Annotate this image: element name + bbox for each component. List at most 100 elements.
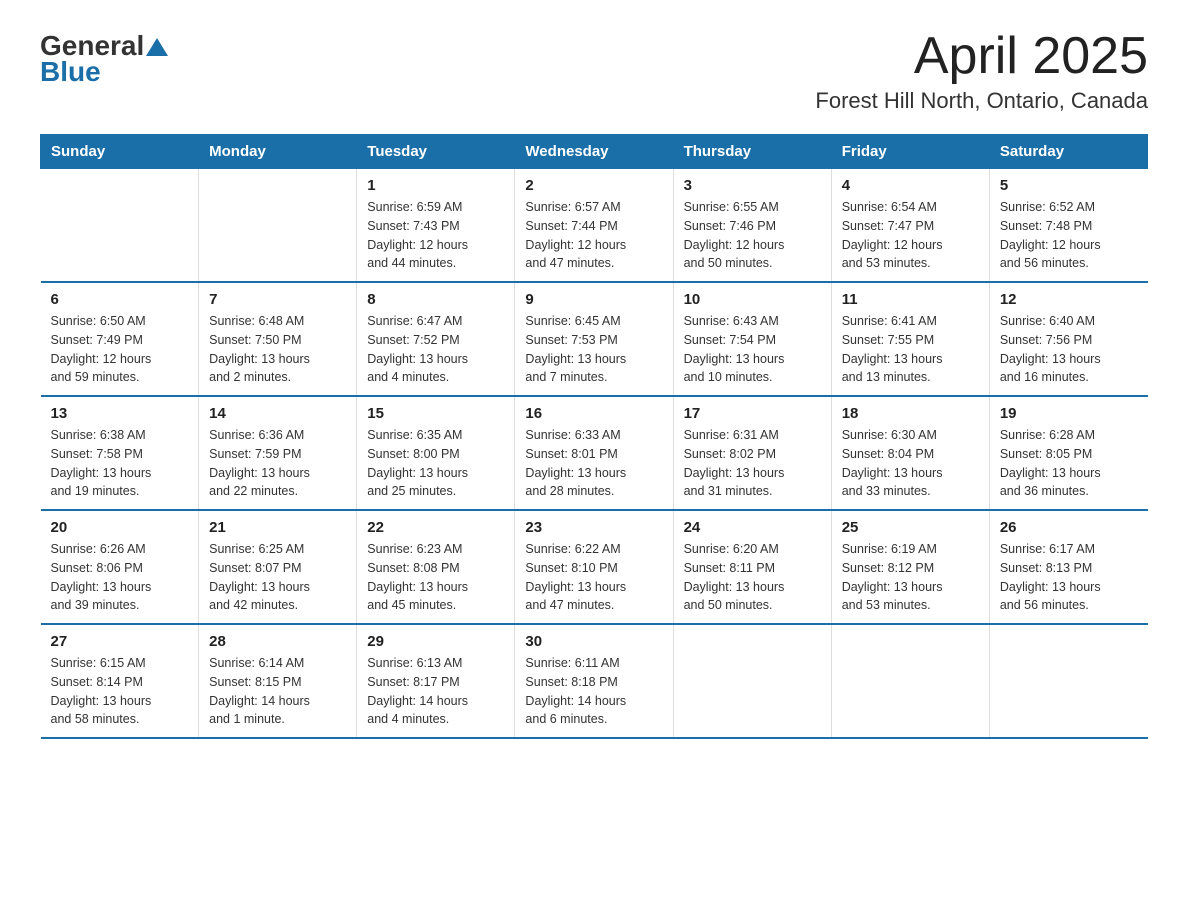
calendar-cell (989, 624, 1147, 738)
calendar-week-3: 13 Sunrise: 6:38 AM Sunset: 7:58 PM Dayli… (41, 396, 1148, 510)
day-info: Sunrise: 6:45 AM Sunset: 7:53 PM Dayligh… (525, 312, 662, 387)
header-day-saturday: Saturday (989, 135, 1147, 169)
calendar-cell: 26Sunrise: 6:17 AM Sunset: 8:13 PM Dayli… (989, 510, 1147, 624)
day-info: Sunrise: 6:57 AM Sunset: 7:44 PM Dayligh… (525, 198, 662, 273)
day-info: Sunrise: 6:13 AM Sunset: 8:17 PM Dayligh… (367, 654, 504, 729)
day-number: 12 (1000, 291, 1138, 308)
day-number: 11 (842, 291, 979, 308)
day-number: 10 (684, 291, 821, 308)
day-number: 19 (1000, 405, 1138, 422)
calendar-cell: 4Sunrise: 6:54 AM Sunset: 7:47 PM Daylig… (831, 169, 989, 283)
day-info: Sunrise: 6:38 AM Sunset: 7:58 PM Dayligh… (51, 426, 189, 501)
calendar-cell: 2 Sunrise: 6:57 AM Sunset: 7:44 PM Daylig… (515, 169, 673, 283)
day-info: Sunrise: 6:31 AM Sunset: 8:02 PM Dayligh… (684, 426, 821, 501)
day-info: Sunrise: 6:59 AM Sunset: 7:43 PM Dayligh… (367, 198, 504, 273)
calendar-cell: 16 Sunrise: 6:33 AM Sunset: 8:01 PM Dayli… (515, 396, 673, 510)
day-number: 29 (367, 633, 504, 650)
calendar-header: SundayMondayTuesdayWednesdayThursdayFrid… (41, 135, 1148, 169)
day-number: 20 (51, 519, 189, 536)
day-info: Sunrise: 6:33 AM Sunset: 8:01 PM Dayligh… (525, 426, 662, 501)
day-number: 17 (684, 405, 821, 422)
day-number: 28 (209, 633, 346, 650)
day-number: 16 (525, 405, 662, 422)
location-subtitle: Forest Hill North, Ontario, Canada (815, 88, 1148, 114)
calendar-cell: 25 Sunrise: 6:19 AM Sunset: 8:12 PM Dayli… (831, 510, 989, 624)
day-number: 8 (367, 291, 504, 308)
day-number: 27 (51, 633, 189, 650)
calendar-table: SundayMondayTuesdayWednesdayThursdayFrid… (40, 134, 1148, 739)
day-info: Sunrise: 6:55 AM Sunset: 7:46 PM Dayligh… (684, 198, 821, 273)
calendar-cell (41, 169, 199, 283)
calendar-cell: 11Sunrise: 6:41 AM Sunset: 7:55 PM Dayli… (831, 282, 989, 396)
day-info: Sunrise: 6:22 AM Sunset: 8:10 PM Dayligh… (525, 540, 662, 615)
calendar-cell: 12 Sunrise: 6:40 AM Sunset: 7:56 PM Dayli… (989, 282, 1147, 396)
page-header: General Blue April 2025 Forest Hill Nort… (40, 30, 1148, 114)
calendar-cell: 28 Sunrise: 6:14 AM Sunset: 8:15 PM Dayli… (199, 624, 357, 738)
day-number: 25 (842, 519, 979, 536)
day-info: Sunrise: 6:28 AM Sunset: 8:05 PM Dayligh… (1000, 426, 1138, 501)
header-row: SundayMondayTuesdayWednesdayThursdayFrid… (41, 135, 1148, 169)
calendar-cell: 10 Sunrise: 6:43 AM Sunset: 7:54 PM Dayli… (673, 282, 831, 396)
header-day-wednesday: Wednesday (515, 135, 673, 169)
calendar-cell: 3 Sunrise: 6:55 AM Sunset: 7:46 PM Daylig… (673, 169, 831, 283)
calendar-week-4: 20 Sunrise: 6:26 AM Sunset: 8:06 PM Dayli… (41, 510, 1148, 624)
day-info: Sunrise: 6:19 AM Sunset: 8:12 PM Dayligh… (842, 540, 979, 615)
calendar-week-1: 1Sunrise: 6:59 AM Sunset: 7:43 PM Daylig… (41, 169, 1148, 283)
day-number: 2 (525, 177, 662, 194)
day-number: 13 (51, 405, 189, 422)
calendar-cell: 5 Sunrise: 6:52 AM Sunset: 7:48 PM Daylig… (989, 169, 1147, 283)
day-info: Sunrise: 6:43 AM Sunset: 7:54 PM Dayligh… (684, 312, 821, 387)
day-info: Sunrise: 6:52 AM Sunset: 7:48 PM Dayligh… (1000, 198, 1138, 273)
logo: General Blue (40, 30, 168, 88)
calendar-cell: 15Sunrise: 6:35 AM Sunset: 8:00 PM Dayli… (357, 396, 515, 510)
header-day-thursday: Thursday (673, 135, 831, 169)
calendar-cell: 14Sunrise: 6:36 AM Sunset: 7:59 PM Dayli… (199, 396, 357, 510)
day-info: Sunrise: 6:47 AM Sunset: 7:52 PM Dayligh… (367, 312, 504, 387)
logo-triangle-icon (146, 36, 168, 58)
calendar-cell: 24 Sunrise: 6:20 AM Sunset: 8:11 PM Dayli… (673, 510, 831, 624)
day-info: Sunrise: 6:36 AM Sunset: 7:59 PM Dayligh… (209, 426, 346, 501)
day-info: Sunrise: 6:15 AM Sunset: 8:14 PM Dayligh… (51, 654, 189, 729)
calendar-cell: 7Sunrise: 6:48 AM Sunset: 7:50 PM Daylig… (199, 282, 357, 396)
calendar-cell: 29 Sunrise: 6:13 AM Sunset: 8:17 PM Dayli… (357, 624, 515, 738)
calendar-cell: 19 Sunrise: 6:28 AM Sunset: 8:05 PM Dayli… (989, 396, 1147, 510)
calendar-cell: 20 Sunrise: 6:26 AM Sunset: 8:06 PM Dayli… (41, 510, 199, 624)
calendar-cell: 1Sunrise: 6:59 AM Sunset: 7:43 PM Daylig… (357, 169, 515, 283)
calendar-body: 1Sunrise: 6:59 AM Sunset: 7:43 PM Daylig… (41, 169, 1148, 739)
logo-blue-text: Blue (40, 56, 168, 88)
day-info: Sunrise: 6:23 AM Sunset: 8:08 PM Dayligh… (367, 540, 504, 615)
day-number: 24 (684, 519, 821, 536)
title-block: April 2025 Forest Hill North, Ontario, C… (815, 30, 1148, 114)
header-day-tuesday: Tuesday (357, 135, 515, 169)
day-info: Sunrise: 6:11 AM Sunset: 8:18 PM Dayligh… (525, 654, 662, 729)
day-info: Sunrise: 6:25 AM Sunset: 8:07 PM Dayligh… (209, 540, 346, 615)
calendar-cell: 9Sunrise: 6:45 AM Sunset: 7:53 PM Daylig… (515, 282, 673, 396)
calendar-cell (199, 169, 357, 283)
calendar-cell: 22 Sunrise: 6:23 AM Sunset: 8:08 PM Dayli… (357, 510, 515, 624)
calendar-cell: 6Sunrise: 6:50 AM Sunset: 7:49 PM Daylig… (41, 282, 199, 396)
calendar-cell: 30Sunrise: 6:11 AM Sunset: 8:18 PM Dayli… (515, 624, 673, 738)
calendar-cell: 8 Sunrise: 6:47 AM Sunset: 7:52 PM Daylig… (357, 282, 515, 396)
day-info: Sunrise: 6:40 AM Sunset: 7:56 PM Dayligh… (1000, 312, 1138, 387)
calendar-cell: 17 Sunrise: 6:31 AM Sunset: 8:02 PM Dayli… (673, 396, 831, 510)
calendar-cell: 13 Sunrise: 6:38 AM Sunset: 7:58 PM Dayli… (41, 396, 199, 510)
day-number: 21 (209, 519, 346, 536)
day-number: 18 (842, 405, 979, 422)
calendar-cell: 21 Sunrise: 6:25 AM Sunset: 8:07 PM Dayli… (199, 510, 357, 624)
day-info: Sunrise: 6:30 AM Sunset: 8:04 PM Dayligh… (842, 426, 979, 501)
calendar-cell: 18 Sunrise: 6:30 AM Sunset: 8:04 PM Dayli… (831, 396, 989, 510)
day-info: Sunrise: 6:14 AM Sunset: 8:15 PM Dayligh… (209, 654, 346, 729)
day-number: 6 (51, 291, 189, 308)
day-number: 23 (525, 519, 662, 536)
day-number: 3 (684, 177, 821, 194)
calendar-cell: 27 Sunrise: 6:15 AM Sunset: 8:14 PM Dayli… (41, 624, 199, 738)
day-number: 5 (1000, 177, 1138, 194)
month-year-title: April 2025 (815, 30, 1148, 82)
day-number: 22 (367, 519, 504, 536)
day-info: Sunrise: 6:20 AM Sunset: 8:11 PM Dayligh… (684, 540, 821, 615)
day-info: Sunrise: 6:48 AM Sunset: 7:50 PM Dayligh… (209, 312, 346, 387)
day-info: Sunrise: 6:26 AM Sunset: 8:06 PM Dayligh… (51, 540, 189, 615)
calendar-cell (831, 624, 989, 738)
calendar-week-5: 27 Sunrise: 6:15 AM Sunset: 8:14 PM Dayli… (41, 624, 1148, 738)
header-day-sunday: Sunday (41, 135, 199, 169)
